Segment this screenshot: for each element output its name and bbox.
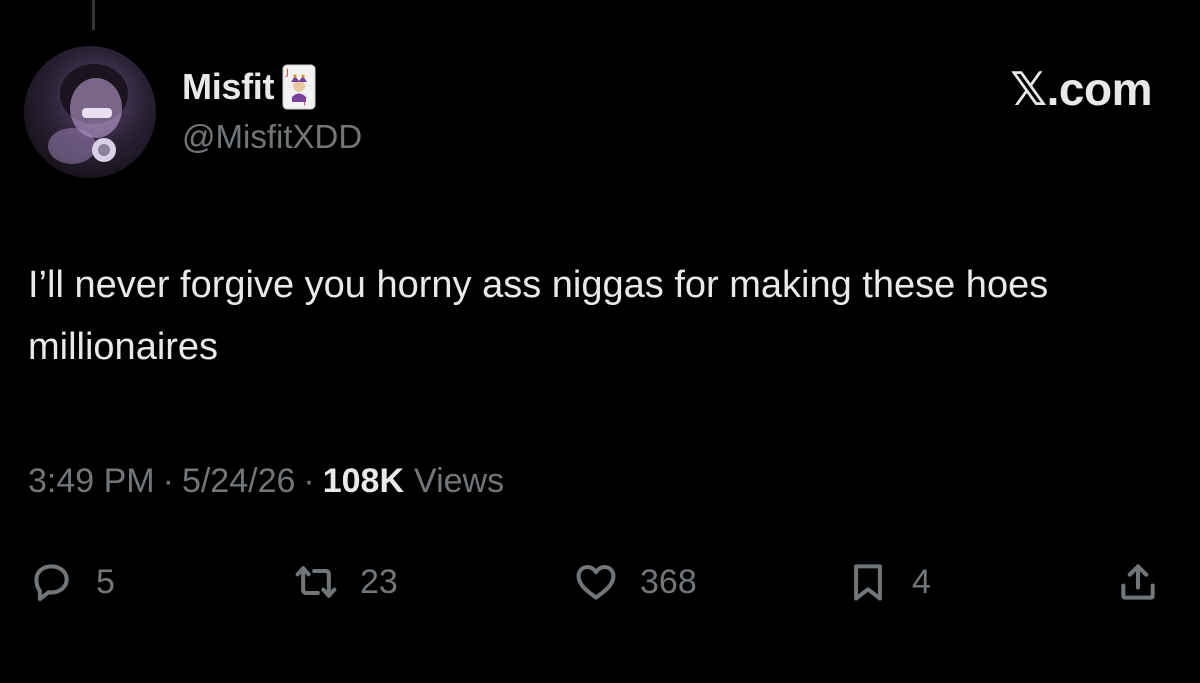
x-com-watermark: 𝕏.com — [1010, 63, 1152, 115]
views-count[interactable]: 108K — [323, 462, 404, 501]
tweet-meta: 3:49 PM · 5/24/26 · 108K Views — [28, 462, 504, 501]
bookmark-icon — [854, 564, 882, 601]
meta-separator: · — [162, 462, 174, 500]
svg-text:J: J — [285, 68, 289, 78]
tweet-date[interactable]: 5/24/26 — [182, 462, 295, 501]
like-count: 368 — [640, 562, 697, 601]
retweet-count: 23 — [360, 562, 398, 601]
reply-icon — [34, 564, 69, 602]
bookmark-button[interactable]: 4 — [846, 550, 931, 614]
retweet-icon — [295, 566, 337, 598]
reply-button[interactable]: 5 — [30, 550, 115, 614]
thread-connector-line — [92, 0, 95, 30]
tweet-action-bar: 5 23 368 4 — [0, 550, 1200, 614]
like-button[interactable]: 368 — [574, 550, 697, 614]
share-icon — [1121, 564, 1155, 600]
retweet-button[interactable]: 23 — [294, 550, 398, 614]
reply-count: 5 — [96, 562, 115, 601]
jack-playing-card-icon: J J — [282, 64, 316, 110]
bookmark-count: 4 — [912, 562, 931, 601]
author-handle[interactable]: @MisfitXDD — [182, 118, 362, 156]
views-label: Views — [414, 462, 505, 500]
author-header: Misfit J J — [182, 62, 316, 112]
meta-separator: · — [303, 462, 315, 500]
tweet-text: I’ll never forgive you horny ass niggas … — [28, 264, 1049, 368]
heart-icon — [576, 564, 616, 600]
share-button[interactable] — [1116, 550, 1160, 614]
tweet-time[interactable]: 3:49 PM — [28, 462, 155, 501]
avatar[interactable] — [24, 46, 156, 178]
author-display-name[interactable]: Misfit — [182, 66, 275, 108]
avatar-photo — [48, 64, 128, 164]
